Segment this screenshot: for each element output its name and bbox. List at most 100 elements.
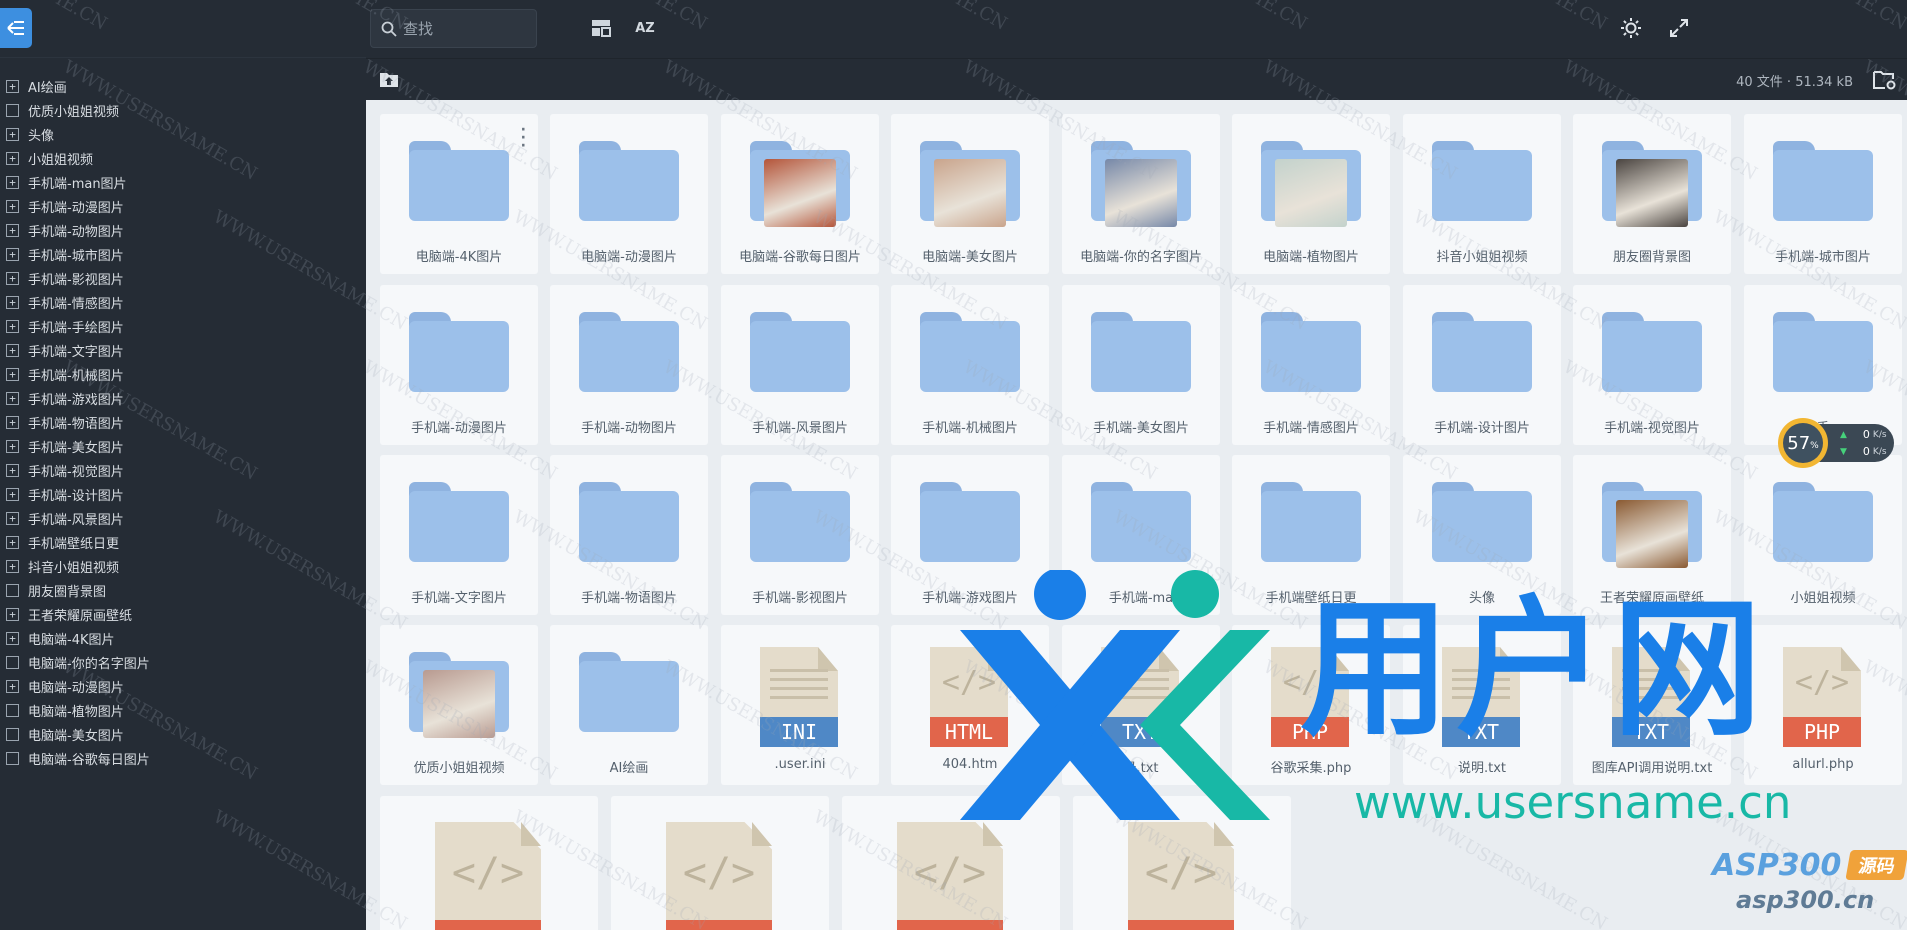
file-tile[interactable]: TXT 说明.txt xyxy=(1403,625,1561,785)
expand-icon[interactable]: + xyxy=(6,199,19,213)
folder-tile[interactable]: 电脑端-你的名字图片 xyxy=(1062,114,1220,274)
expand-icon[interactable]: + xyxy=(6,223,19,237)
folder-tile[interactable]: 头像 xyxy=(1403,455,1561,615)
sidebar-item[interactable]: + 手机端-手绘图片 xyxy=(0,314,366,338)
sidebar-item[interactable]: 电脑端-美女图片 xyxy=(0,722,366,746)
sidebar-item[interactable]: + 电脑端-动漫图片 xyxy=(0,674,366,698)
expand-icon[interactable]: + xyxy=(6,679,19,693)
expand-icon[interactable]: + xyxy=(6,343,19,357)
sidebar-item[interactable]: + 手机端-美女图片 xyxy=(0,434,366,458)
expand-icon[interactable]: + xyxy=(6,463,19,477)
folder-tile[interactable]: 手机端-游戏图片 xyxy=(891,455,1049,615)
sidebar-item[interactable]: + 手机端壁纸日更 xyxy=(0,530,366,554)
folder-tile[interactable]: 电脑端-动漫图片 xyxy=(550,114,708,274)
folder-tile[interactable]: 手机端-情感图片 xyxy=(1232,285,1390,445)
folder-tile[interactable]: 手机端-风景图片 xyxy=(721,285,879,445)
sort-az-button[interactable]: AZ xyxy=(632,15,658,41)
home-folder-icon[interactable] xyxy=(378,69,400,89)
folder-tile[interactable]: 手机端-影视图片 xyxy=(721,455,879,615)
folder-tile[interactable]: 手机端-设计图片 xyxy=(1403,285,1561,445)
sidebar-item[interactable]: + 头像 xyxy=(0,122,366,146)
sidebar-item[interactable]: 电脑端-谷歌每日图片 xyxy=(0,746,366,770)
sidebar-item[interactable]: + 手机端-游戏图片 xyxy=(0,386,366,410)
sidebar-item[interactable]: 电脑端-你的名字图片 xyxy=(0,650,366,674)
sidebar-item[interactable]: + 手机端-城市图片 xyxy=(0,242,366,266)
sidebar-item[interactable]: + 手机端-物语图片 xyxy=(0,410,366,434)
file-tile[interactable]: TXT 录.txt xyxy=(1062,625,1220,785)
sidebar-item[interactable]: + 手机端-影视图片 xyxy=(0,266,366,290)
expand-icon[interactable]: + xyxy=(6,247,19,261)
sidebar-item[interactable]: + AI绘画 xyxy=(0,74,366,98)
expand-icon[interactable]: + xyxy=(6,175,19,189)
fullscreen-icon[interactable] xyxy=(1668,17,1690,39)
expand-icon[interactable]: + xyxy=(6,559,19,573)
sidebar-item[interactable]: + 手机端-设计图片 xyxy=(0,482,366,506)
more-options-icon[interactable]: · · · xyxy=(521,123,526,153)
file-tile[interactable]: </> xyxy=(842,796,1060,930)
folder-tile[interactable]: 电脑端-谷歌每日图片 xyxy=(721,114,879,274)
folder-tile[interactable]: 手机端-文字图片 xyxy=(380,455,538,615)
folder-settings-icon[interactable] xyxy=(1873,69,1897,91)
sidebar-item[interactable]: + 电脑端-4K图片 xyxy=(0,626,366,650)
file-tile[interactable]: TXT 图库API调用说明.txt xyxy=(1573,625,1731,785)
folder-tile[interactable]: 手机端-物语图片 xyxy=(550,455,708,615)
folder-tile[interactable]: 电脑端-植物图片 xyxy=(1232,114,1390,274)
folder-tile[interactable]: 手机端-ma xyxy=(1062,455,1220,615)
expand-icon[interactable]: + xyxy=(6,439,19,453)
sidebar-item[interactable]: + 小姐姐视频 xyxy=(0,146,366,170)
sidebar-item[interactable]: 优质小姐姐视频 xyxy=(0,98,366,122)
layout-icon[interactable] xyxy=(590,17,612,39)
leaf-icon[interactable] xyxy=(6,655,19,669)
folder-tile[interactable]: · · · 电脑端-4K图片 xyxy=(380,114,538,274)
folder-tile[interactable]: 手机端壁纸日更 xyxy=(1232,455,1390,615)
expand-icon[interactable]: + xyxy=(6,487,19,501)
file-tile[interactable]: </> PHP allurl.php xyxy=(1744,625,1902,785)
expand-icon[interactable]: + xyxy=(6,607,19,621)
expand-icon[interactable]: + xyxy=(6,295,19,309)
leaf-icon[interactable] xyxy=(6,727,19,741)
expand-icon[interactable]: + xyxy=(6,127,19,141)
sidebar-item[interactable]: + 手机端-情感图片 xyxy=(0,290,366,314)
collapse-sidebar-button[interactable] xyxy=(0,8,32,48)
expand-icon[interactable]: + xyxy=(6,415,19,429)
leaf-icon[interactable] xyxy=(6,103,19,117)
file-tile[interactable]: </> PHP 谷歌采集.php xyxy=(1232,625,1390,785)
file-tile[interactable]: </> xyxy=(380,796,598,930)
sidebar-item[interactable]: + 手机端-视觉图片 xyxy=(0,458,366,482)
search-input[interactable] xyxy=(403,19,528,38)
sidebar-item[interactable]: + 手机端-文字图片 xyxy=(0,338,366,362)
sidebar-item[interactable]: 电脑端-植物图片 xyxy=(0,698,366,722)
sidebar-item[interactable]: + 手机端-机械图片 xyxy=(0,362,366,386)
folder-tile[interactable]: 优质小姐姐视频 xyxy=(380,625,538,785)
sidebar-item[interactable]: + 手机端-动漫图片 xyxy=(0,194,366,218)
folder-tile[interactable]: 手机端-机械图片 xyxy=(891,285,1049,445)
file-tile[interactable]: </> HTML 404.htm xyxy=(891,625,1049,785)
folder-tile[interactable]: 手机端-城市图片 xyxy=(1744,114,1902,274)
sidebar-item[interactable]: 朋友圈背景图 xyxy=(0,578,366,602)
sidebar-item[interactable]: + 王者荣耀原画壁纸 xyxy=(0,602,366,626)
folder-tile[interactable]: 手机端-动物图片 xyxy=(550,285,708,445)
folder-tile[interactable]: 手机端-视觉图片 xyxy=(1573,285,1731,445)
folder-tile[interactable]: 抖音小姐姐视频 xyxy=(1403,114,1561,274)
folder-tile[interactable]: 王者荣耀原画壁纸 xyxy=(1573,455,1731,615)
leaf-icon[interactable] xyxy=(6,703,19,717)
sidebar-item[interactable]: + 手机端-man图片 xyxy=(0,170,366,194)
expand-icon[interactable]: + xyxy=(6,367,19,381)
folder-tile[interactable]: 小姐姐视频 xyxy=(1744,455,1902,615)
expand-icon[interactable]: + xyxy=(6,79,19,93)
expand-icon[interactable]: + xyxy=(6,391,19,405)
expand-icon[interactable]: + xyxy=(6,319,19,333)
sidebar-item[interactable]: + 手机端-风景图片 xyxy=(0,506,366,530)
expand-icon[interactable]: + xyxy=(6,631,19,645)
expand-icon[interactable]: + xyxy=(6,151,19,165)
file-tile[interactable]: INI .user.ini xyxy=(721,625,879,785)
expand-icon[interactable]: + xyxy=(6,535,19,549)
folder-tile[interactable]: 手机端-美女图片 xyxy=(1062,285,1220,445)
leaf-icon[interactable] xyxy=(6,751,19,765)
folder-tile[interactable]: 朋友圈背景图 xyxy=(1573,114,1731,274)
folder-tile[interactable]: 电脑端-美女图片 xyxy=(891,114,1049,274)
folder-tile[interactable]: AI绘画 xyxy=(550,625,708,785)
file-tile[interactable]: </> xyxy=(1073,796,1291,930)
file-tile[interactable]: </> xyxy=(611,796,829,930)
expand-icon[interactable]: + xyxy=(6,511,19,525)
